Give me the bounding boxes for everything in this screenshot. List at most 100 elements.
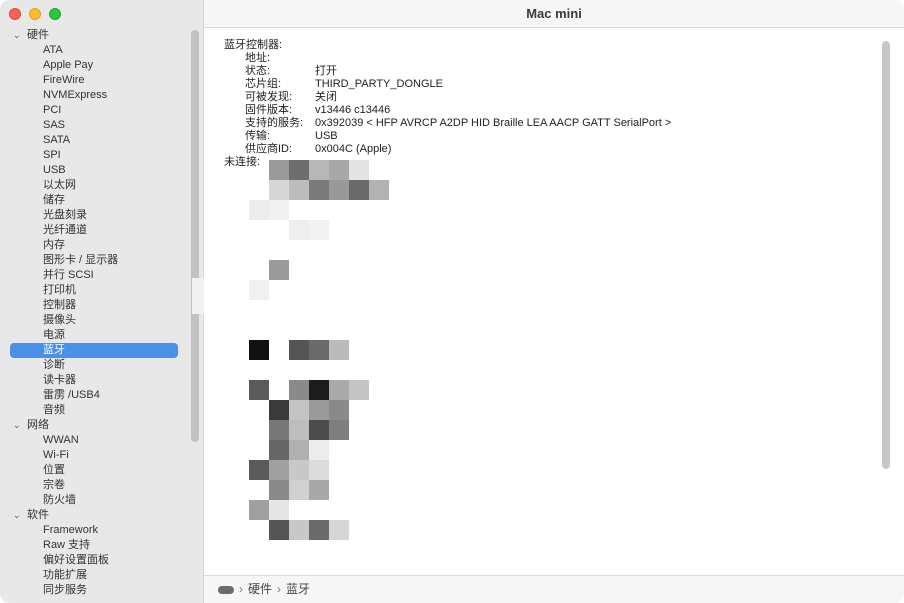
- redaction-block: [249, 500, 269, 520]
- redaction-block: [309, 380, 329, 400]
- sidebar-item-firewire[interactable]: FireWire: [0, 73, 190, 88]
- breadcrumb-separator: ›: [277, 582, 282, 596]
- sidebar-tree: ⌄ 硬件 ATA Apple Pay FireWire NVMExpress PCI SAS S…: [0, 28, 190, 603]
- sidebar-scrollbar[interactable]: [191, 30, 199, 442]
- redaction-block: [329, 160, 349, 180]
- sidebar-item-memory[interactable]: 内存: [0, 238, 190, 253]
- field-value-discoverable: 关闭: [315, 91, 337, 103]
- sidebar-item-raw-support[interactable]: Raw 支持: [0, 538, 190, 553]
- redaction-block: [309, 340, 329, 360]
- sidebar-item-spi[interactable]: SPI: [0, 148, 190, 163]
- sidebar-item-firewall[interactable]: 防火墙: [0, 493, 190, 508]
- redaction-block: [329, 380, 349, 400]
- sidebar-item-pci[interactable]: PCI: [0, 103, 190, 118]
- sidebar-item-label: 偏好设置面板: [43, 554, 109, 566]
- sidebar-item-label: Wi-Fi: [43, 449, 69, 461]
- sidebar-item-label: 防火墙: [43, 494, 76, 506]
- sidebar-item-sync-services[interactable]: 同步服务: [0, 583, 190, 598]
- redaction-block: [269, 460, 289, 480]
- sidebar-item-usb[interactable]: USB: [0, 163, 190, 178]
- sidebar-item-graphics[interactable]: 图形卡 / 显示器: [0, 253, 190, 268]
- sidebar-item-power[interactable]: 电源: [0, 328, 190, 343]
- sidebar-item-label: 诊断: [43, 359, 65, 371]
- sidebar-item-card-reader[interactable]: 读卡器: [0, 373, 190, 388]
- redaction-block: [269, 200, 289, 220]
- redaction-block: [269, 500, 289, 520]
- chevron-down-icon[interactable]: ⌄: [13, 508, 21, 523]
- sidebar-item-controller[interactable]: 控制器: [0, 298, 190, 313]
- breadcrumb-item-hardware[interactable]: 硬件: [248, 576, 272, 603]
- sidebar-item-storage[interactable]: 储存: [0, 193, 190, 208]
- sidebar-item-bluetooth[interactable]: 蓝牙: [10, 343, 178, 358]
- field-value-chipset: THIRD_PARTY_DONGLE: [315, 78, 443, 90]
- sidebar-item-fibre-channel[interactable]: 光纤通道: [0, 223, 190, 238]
- redaction-block: [369, 180, 389, 200]
- redaction-block: [329, 420, 349, 440]
- redaction-block: [249, 340, 269, 360]
- minimize-button[interactable]: [29, 8, 41, 20]
- sidebar-group-software[interactable]: ⌄ 软件: [0, 508, 190, 523]
- sidebar-item-locations[interactable]: 位置: [0, 463, 190, 478]
- sidebar-item-wwan[interactable]: WWAN: [0, 433, 190, 448]
- sidebar-item-label: USB: [43, 164, 66, 176]
- sidebar-item-label: 并行 SCSI: [43, 269, 94, 281]
- sidebar-item-wifi[interactable]: Wi-Fi: [0, 448, 190, 463]
- sidebar-item-label: 音频: [43, 404, 65, 416]
- redaction-block: [289, 220, 309, 240]
- redaction-block: [289, 380, 309, 400]
- sidebar-item-parallel-scsi[interactable]: 并行 SCSI: [0, 268, 190, 283]
- sidebar-item-ata[interactable]: ATA: [0, 43, 190, 58]
- sidebar: ⌄ 硬件 ATA Apple Pay FireWire NVMExpress PCI SAS S…: [0, 0, 204, 603]
- sidebar-item-label: 控制器: [43, 299, 76, 311]
- redaction-block: [349, 180, 369, 200]
- sidebar-item-diagnostics[interactable]: 诊断: [0, 358, 190, 373]
- redaction-block: [309, 420, 329, 440]
- sidebar-item-label: 硬件: [27, 29, 49, 41]
- sidebar-item-apple-pay[interactable]: Apple Pay: [0, 58, 190, 73]
- redaction-block: [349, 380, 369, 400]
- sidebar-item-extensions[interactable]: 功能扩展: [0, 568, 190, 583]
- redaction-block: [329, 520, 349, 540]
- redaction-block: [289, 420, 309, 440]
- sidebar-item-label: SATA: [43, 134, 71, 146]
- sidebar-item-prefpanes[interactable]: 偏好设置面板: [0, 553, 190, 568]
- field-value-transport: USB: [315, 130, 338, 142]
- chevron-down-icon[interactable]: ⌄: [13, 418, 21, 433]
- sidebar-item-disc-burning[interactable]: 光盘刻录: [0, 208, 190, 223]
- sidebar-item-label: 图形卡 / 显示器: [43, 254, 119, 266]
- redaction-block: [289, 180, 309, 200]
- sidebar-item-label: 读卡器: [43, 374, 76, 386]
- sidebar-item-volumes[interactable]: 宗卷: [0, 478, 190, 493]
- sidebar-item-label: 内存: [43, 239, 65, 251]
- redaction-block: [329, 340, 349, 360]
- redaction-block: [309, 480, 329, 500]
- sidebar-item-nvmexpress[interactable]: NVMExpress: [0, 88, 190, 103]
- sidebar-item-label: FireWire: [43, 74, 85, 86]
- sidebar-group-network[interactable]: ⌄ 网络: [0, 418, 190, 433]
- redaction-block: [289, 520, 309, 540]
- sidebar-item-label: WWAN: [43, 434, 79, 446]
- sidebar-item-framework[interactable]: Framework: [0, 523, 190, 538]
- close-button[interactable]: [9, 8, 21, 20]
- breadcrumb-separator: ›: [239, 582, 243, 596]
- redacted-device-list: [229, 157, 459, 577]
- sidebar-item-label: 位置: [43, 464, 65, 476]
- sidebar-item-thunderbolt[interactable]: 雷雳 /USB4: [0, 388, 190, 403]
- sidebar-item-sas[interactable]: SAS: [0, 118, 190, 133]
- redaction-block: [249, 280, 269, 300]
- sidebar-group-hardware[interactable]: ⌄ 硬件: [0, 28, 190, 43]
- zoom-button[interactable]: [49, 8, 61, 20]
- redaction-block: [289, 460, 309, 480]
- detail-scrollbar[interactable]: [882, 41, 890, 469]
- sidebar-item-audio[interactable]: 音频: [0, 403, 190, 418]
- sidebar-item-ethernet[interactable]: 以太网: [0, 178, 190, 193]
- redaction-block: [269, 520, 289, 540]
- redaction-block: [289, 400, 309, 420]
- breadcrumb-item-bluetooth[interactable]: 蓝牙: [286, 576, 310, 603]
- sidebar-item-sata[interactable]: SATA: [0, 133, 190, 148]
- sidebar-item-label: Apple Pay: [43, 59, 94, 71]
- sidebar-item-printers[interactable]: 打印机: [0, 283, 190, 298]
- chevron-down-icon[interactable]: ⌄: [13, 28, 21, 43]
- sidebar-item-camera[interactable]: 摄像头: [0, 313, 190, 328]
- sidebar-item-label: 打印机: [43, 284, 76, 296]
